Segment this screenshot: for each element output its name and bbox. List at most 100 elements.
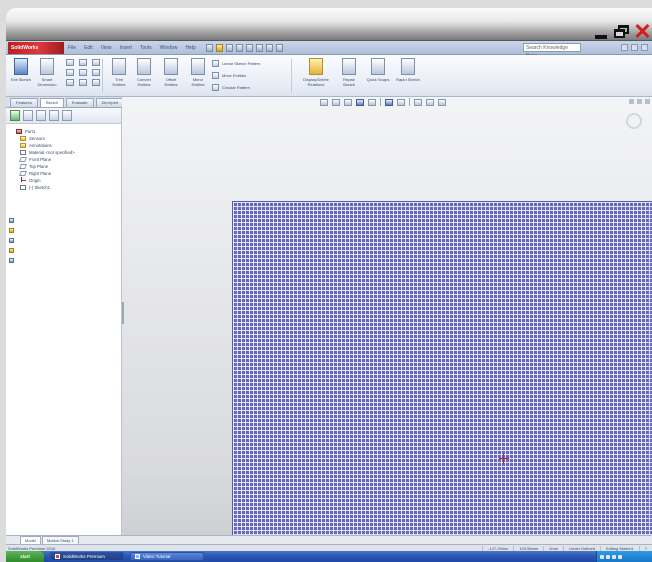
help-icon[interactable] [621, 44, 628, 51]
linear-pattern-tool[interactable]: Linear Sketch Pattern [212, 60, 260, 67]
menu-help[interactable]: Help [181, 45, 199, 51]
tab-sketch[interactable]: Sketch [39, 98, 65, 107]
display-style-icon[interactable] [385, 98, 393, 106]
restore-icon[interactable] [612, 21, 631, 43]
tree-item-sensors[interactable]: Sensors [16, 135, 75, 142]
feature-manager-tab-icon[interactable] [10, 110, 20, 121]
minimize-icon[interactable] [591, 21, 610, 43]
hide-show-items-icon[interactable] [397, 98, 405, 106]
doc-close-icon[interactable] [641, 44, 648, 51]
zoom-to-fit-icon[interactable] [320, 98, 328, 106]
taskbar-item-video[interactable]: Video Tutorial [130, 552, 204, 561]
tree-item-right-plane[interactable]: Right Plane [16, 170, 75, 177]
select-icon[interactable] [255, 43, 263, 52]
offset-entities-button[interactable]: Offset Entities [159, 58, 183, 87]
fillet-icon[interactable] [92, 79, 100, 86]
history-icon[interactable] [9, 228, 14, 233]
slot-icon[interactable] [79, 69, 87, 76]
menu-insert[interactable]: Insert [115, 45, 136, 51]
pane-splitter[interactable] [122, 302, 124, 324]
new-icon[interactable] [205, 43, 213, 52]
relations-button[interactable]: Display/Delete Relations [300, 58, 332, 87]
tray-security-icon[interactable] [612, 554, 616, 559]
open-icon[interactable] [215, 43, 223, 52]
circular-pattern-tool[interactable]: Circular Pattern [212, 84, 250, 91]
tree-item-front-plane[interactable]: Front Plane [16, 156, 75, 163]
circle-icon[interactable] [79, 59, 87, 66]
view-icon[interactable] [9, 258, 14, 263]
tab-model[interactable]: Model [20, 536, 41, 544]
polygon-icon[interactable] [92, 69, 100, 76]
tray-volume-icon[interactable] [606, 554, 610, 559]
exit-sketch-icon [14, 58, 28, 75]
sketch-grid[interactable] [232, 201, 652, 535]
undo-icon[interactable] [245, 43, 253, 52]
exit-sketch-button[interactable]: Exit Sketch [10, 58, 32, 82]
configuration-manager-tab-icon[interactable] [36, 110, 46, 121]
repair-sketch-button[interactable]: Repair Sketch [338, 58, 360, 87]
graphics-minimize-icon[interactable] [629, 99, 634, 104]
plane-icon [19, 157, 27, 162]
arc-icon[interactable] [92, 59, 100, 66]
ellipse-icon[interactable] [79, 79, 87, 86]
rapid-sketch-button[interactable]: Rapid Sketch [396, 58, 420, 82]
trim-button[interactable]: Trim Entities [108, 58, 130, 87]
tree-item-label: Origin [29, 178, 41, 183]
rectangle-icon[interactable] [66, 69, 74, 76]
menu-window[interactable]: Window [156, 45, 182, 51]
mirror-entities-button[interactable]: Mirror Entities [187, 58, 209, 87]
tree-item-material[interactable]: Material <not specified> [16, 149, 75, 156]
tab-dimxpert[interactable]: DimXpert [95, 98, 125, 107]
rebuild-icon[interactable] [265, 43, 273, 52]
search-input[interactable]: Search Knowledge Base [523, 43, 581, 59]
menu-view[interactable]: View [97, 45, 116, 51]
graphics-area[interactable]: Y [122, 97, 652, 555]
tree-item-top-plane[interactable]: Top Plane [16, 163, 75, 170]
view-orientation-icon[interactable] [368, 98, 376, 106]
tree-item-sketch1[interactable]: (-) Sketch1 [16, 184, 75, 191]
options-icon[interactable] [275, 43, 283, 52]
menu-file[interactable]: File [64, 45, 80, 51]
graphics-restore-icon[interactable] [637, 99, 642, 104]
section-view-icon[interactable] [356, 98, 364, 106]
note-icon[interactable] [9, 248, 14, 253]
tab-evaluate[interactable]: Evaluate [66, 98, 94, 107]
tree-item-part[interactable]: Part1 [16, 128, 75, 135]
close-icon[interactable]: ✕ [633, 21, 652, 43]
menu-edit[interactable]: Edit [80, 45, 97, 51]
doc-minimize-icon[interactable] [631, 44, 638, 51]
rotate-view-icon[interactable] [626, 113, 642, 129]
filter-icon[interactable] [9, 218, 14, 223]
save-icon[interactable] [225, 43, 233, 52]
convert-entities-button[interactable]: Convert Entities [132, 58, 156, 87]
view-settings-icon[interactable] [438, 98, 446, 106]
edit-appearance-icon[interactable] [414, 98, 422, 106]
tree-item-origin[interactable]: Origin [16, 177, 75, 184]
display-manager-tab-icon[interactable] [62, 110, 72, 121]
move-entities-tool[interactable]: Move Entities [212, 72, 246, 79]
start-button[interactable]: start [6, 551, 44, 562]
spline-icon[interactable] [66, 79, 74, 86]
quick-snaps-button[interactable]: Quick Snaps [366, 58, 390, 82]
graphics-close-icon[interactable] [645, 99, 650, 104]
apply-scene-icon[interactable] [426, 98, 434, 106]
app-logo[interactable]: SolidWorks [8, 41, 64, 54]
status-help[interactable]: ? [638, 545, 652, 551]
tab-motion-study[interactable]: Motion Study 1 [41, 536, 79, 544]
taskbar-item-solidworks[interactable]: SolidWorks Premium [50, 552, 124, 561]
print-icon[interactable] [235, 43, 243, 52]
window-titlebar[interactable]: ✕ [6, 8, 652, 43]
menu-tools[interactable]: Tools [136, 45, 156, 51]
zoom-to-area-icon[interactable] [332, 98, 340, 106]
tray-network-icon[interactable] [600, 554, 604, 559]
dimxpert-manager-tab-icon[interactable] [49, 110, 59, 121]
sensor-icon[interactable] [9, 238, 14, 243]
property-manager-tab-icon[interactable] [23, 110, 33, 121]
heads-up-view-toolbar [320, 98, 446, 106]
tray-clock-icon[interactable] [618, 554, 622, 559]
smart-dimension-button[interactable]: Smart Dimension [34, 58, 60, 87]
line-icon[interactable] [66, 59, 74, 66]
previous-view-icon[interactable] [344, 98, 352, 106]
tab-features[interactable]: Features [10, 98, 38, 107]
tree-item-annotations[interactable]: Annotations [16, 142, 75, 149]
